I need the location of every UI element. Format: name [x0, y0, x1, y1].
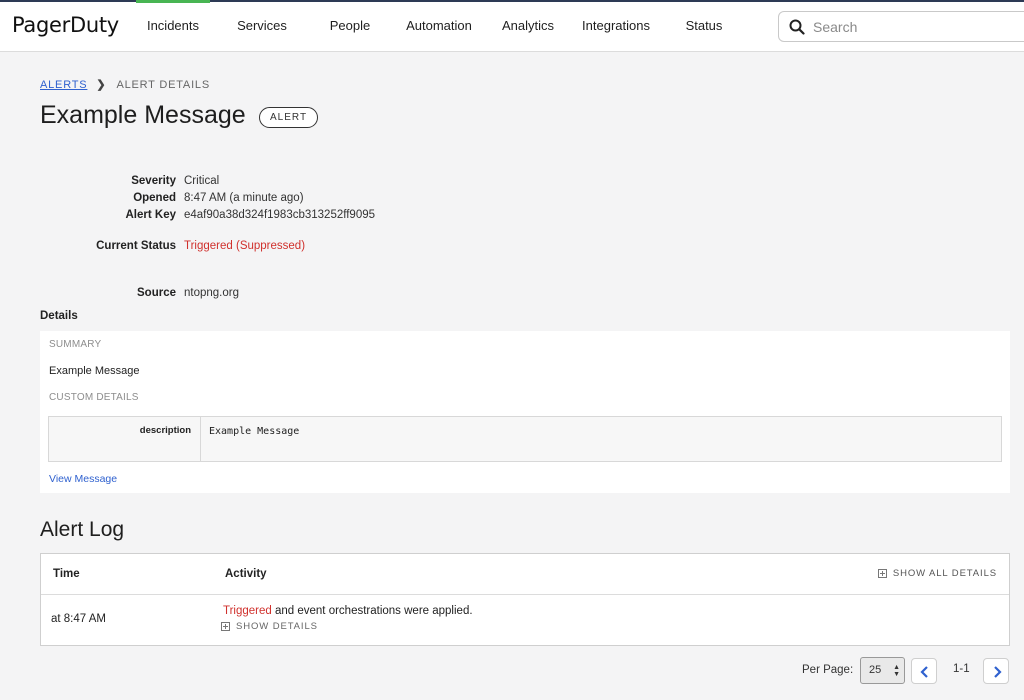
show-all-details-button[interactable]: SHOW ALL DETAILS: [877, 568, 997, 579]
chevron-right-icon: ❯: [96, 79, 107, 91]
expand-plus-icon: [877, 569, 887, 578]
per-page-select[interactable]: 25 ▲ ▼: [860, 657, 905, 684]
current-status-label: Current Status: [96, 240, 176, 252]
next-page-button[interactable]: [983, 658, 1009, 684]
breadcrumb: ALERTS ❯ ALERT DETAILS: [40, 78, 210, 92]
log-entry-event: Triggered: [223, 605, 272, 617]
opened-value: 8:47 AM (a minute ago): [184, 192, 304, 204]
nav-integrations[interactable]: Integrations: [574, 0, 658, 52]
breadcrumb-current: ALERT DETAILS: [116, 78, 210, 91]
view-message-link[interactable]: View Message: [49, 473, 117, 485]
search-input[interactable]: [813, 18, 1013, 36]
show-details-button[interactable]: SHOW DETAILS: [221, 621, 318, 632]
previous-page-button[interactable]: [911, 658, 937, 684]
log-entry-text: and event orchestrations were applied.: [271, 605, 473, 617]
time-column-header: Time: [53, 568, 80, 580]
top-navigation-bar: PagerDuty Incidents Services People Auto…: [0, 0, 1024, 52]
page-range: 1-1: [953, 663, 970, 675]
log-entry-time: at 8:47 AM: [51, 613, 106, 625]
summary-text: Example Message: [49, 365, 140, 377]
per-page-value: 25: [869, 664, 882, 676]
expand-plus-icon: [221, 622, 230, 631]
severity-value: Critical: [184, 175, 220, 187]
page-title: Example Message: [40, 101, 246, 129]
severity-label: Severity: [131, 175, 176, 187]
alert-key-value: e4af90a38d324f1983cb313252ff9095: [184, 209, 376, 221]
chevron-left-icon: [920, 666, 928, 678]
per-page-label: Per Page:: [802, 664, 854, 676]
source-value: ntopng.org: [184, 287, 239, 299]
nav-people[interactable]: People: [318, 0, 382, 52]
nav-automation[interactable]: Automation: [398, 0, 480, 52]
custom-details-table: description Example Message: [48, 416, 1002, 462]
alert-log-table: Time Activity SHOW ALL DETAILS at 8:47 A…: [40, 553, 1010, 646]
alert-key-label: Alert Key: [125, 209, 177, 221]
nav-services[interactable]: Services: [226, 0, 298, 52]
alert-type-badge: ALERT: [259, 107, 319, 128]
chevron-right-icon: [994, 666, 1002, 678]
opened-label: Opened: [133, 192, 176, 204]
alert-log-title: Alert Log: [40, 518, 125, 541]
current-status-value: Triggered (Suppressed): [184, 240, 306, 252]
custom-detail-key: description: [49, 417, 201, 461]
pagerduty-logo[interactable]: PagerDuty: [12, 13, 119, 37]
select-arrows-icon: ▲ ▼: [893, 664, 900, 678]
nav-status[interactable]: Status: [674, 0, 734, 52]
custom-detail-value: Example Message: [209, 426, 300, 437]
details-heading: Details: [40, 310, 78, 322]
source-label: Source: [137, 287, 176, 299]
details-panel: SUMMARY Example Message CUSTOM DETAILS d…: [40, 331, 1010, 493]
nav-analytics[interactable]: Analytics: [492, 0, 564, 52]
activity-column-header: Activity: [225, 568, 267, 580]
nav-incidents[interactable]: Incidents: [136, 0, 210, 52]
show-details-label: SHOW DETAILS: [236, 621, 318, 632]
show-all-details-label: SHOW ALL DETAILS: [892, 568, 997, 579]
custom-details-heading: CUSTOM DETAILS: [49, 392, 139, 403]
alert-log-header: Time Activity SHOW ALL DETAILS: [41, 554, 1009, 595]
log-entry-activity: Triggered and event orchestrations were …: [223, 605, 473, 617]
summary-heading: SUMMARY: [49, 339, 102, 350]
search-icon: [789, 19, 805, 35]
search-box[interactable]: [778, 11, 1024, 42]
breadcrumb-alerts-link[interactable]: ALERTS: [40, 79, 87, 91]
